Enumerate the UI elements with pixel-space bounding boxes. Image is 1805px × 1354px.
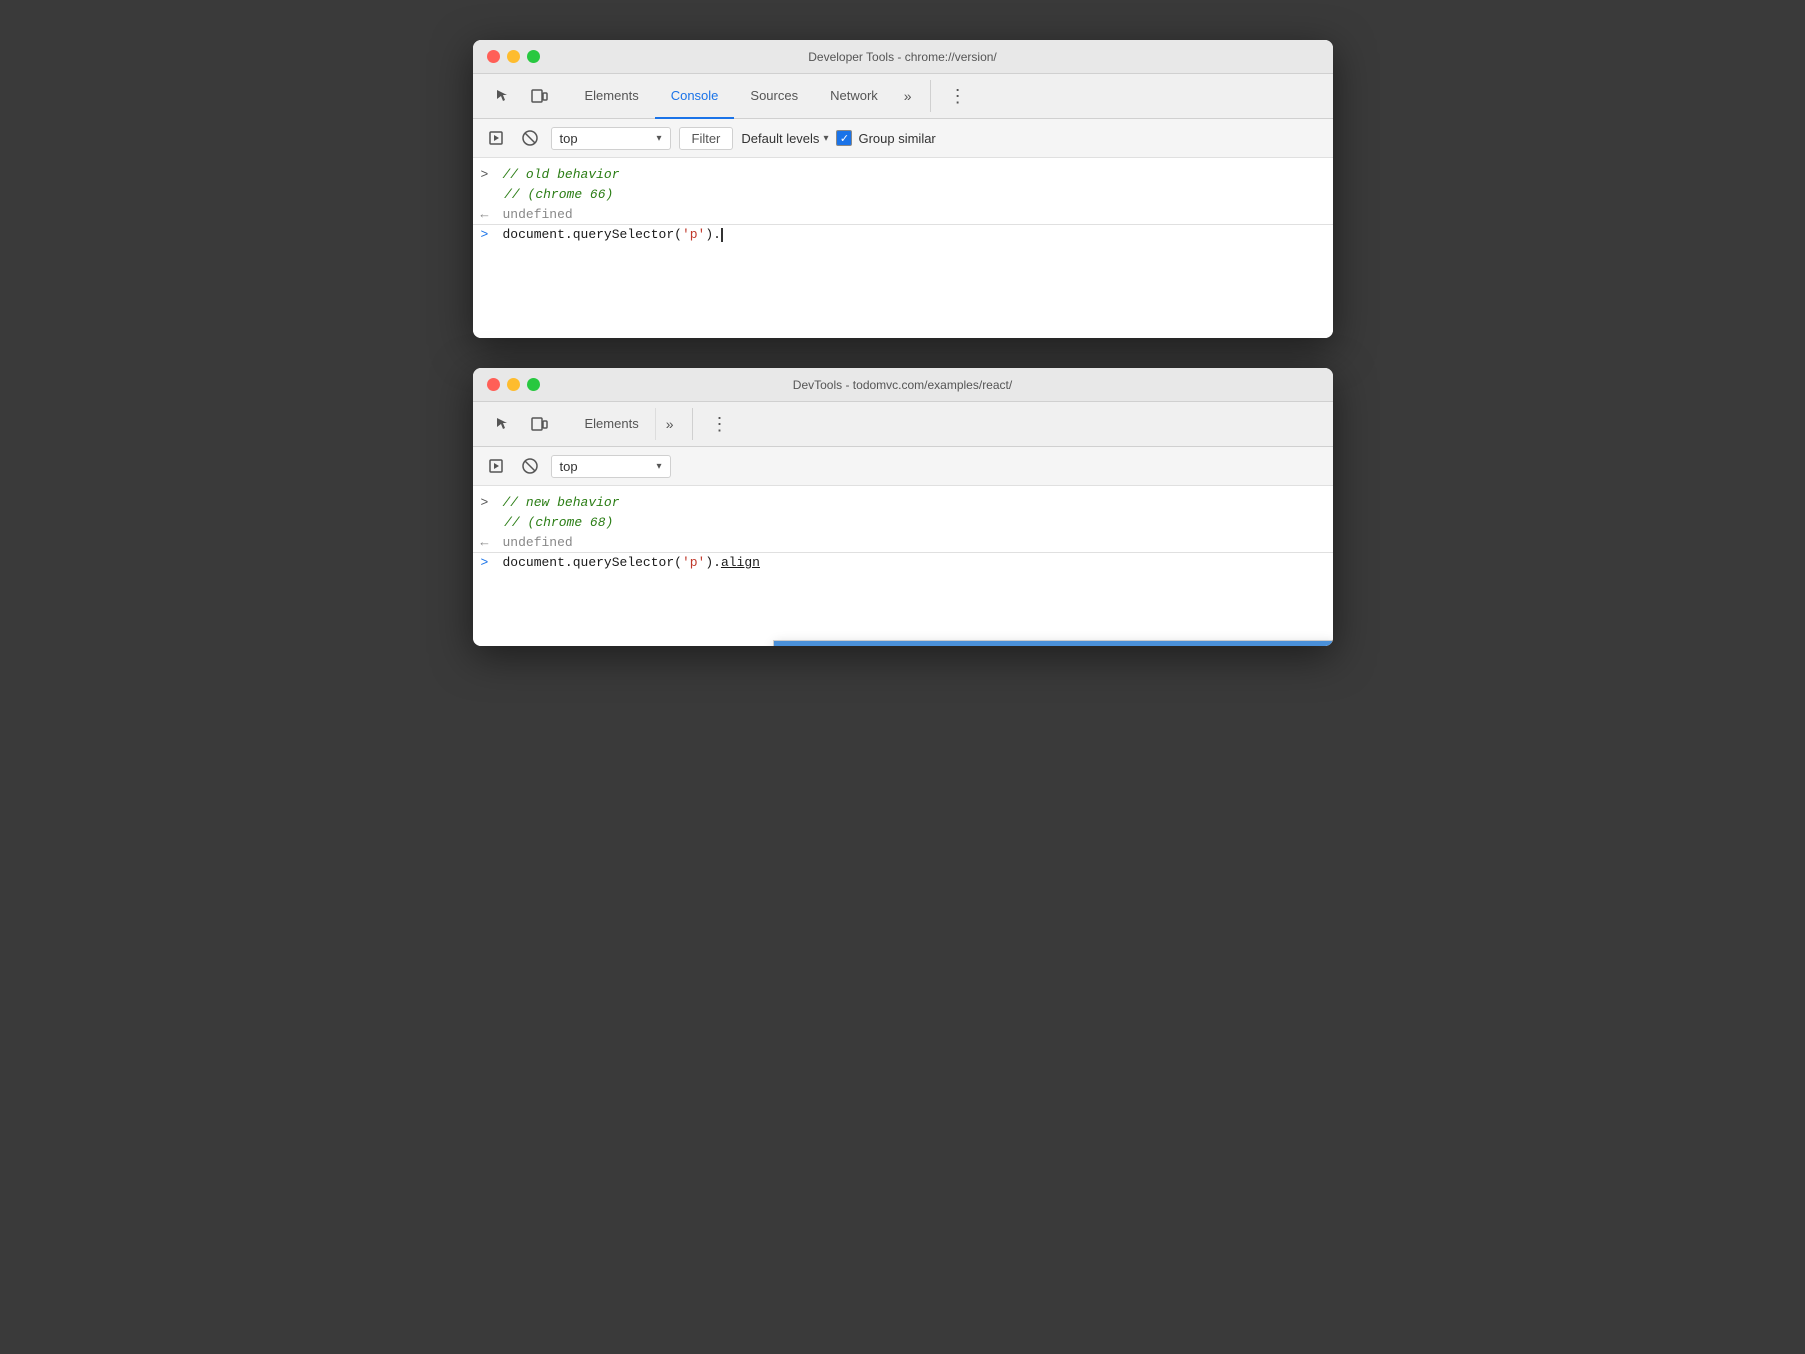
console-output-1: > // old behavior // (chrome 66) ← undef… bbox=[473, 158, 1333, 338]
devtools-menu-icon-1[interactable]: ⋮ bbox=[939, 74, 977, 118]
group-similar-checkbox-1[interactable]: ✓ Group similar bbox=[836, 130, 935, 146]
tab-console-1[interactable]: Console bbox=[655, 74, 735, 119]
continuation-arrow-1 bbox=[481, 187, 497, 202]
toolbar-1: top ▾ Filter Default levels ▾ ✓ Group si… bbox=[473, 119, 1333, 158]
inspect-element-icon-2[interactable] bbox=[489, 410, 517, 438]
code-6: // (chrome 68) bbox=[504, 515, 613, 530]
tab-sources-1[interactable]: Sources bbox=[734, 74, 814, 119]
context-selector-1[interactable]: top ▾ bbox=[551, 127, 671, 150]
more-tabs-icon-2[interactable]: » bbox=[656, 402, 684, 446]
code-7: undefined bbox=[503, 535, 573, 550]
input-arrow-3: > bbox=[481, 495, 495, 510]
toolbar-2: top ▾ bbox=[473, 447, 1333, 486]
continuation-arrow-2 bbox=[481, 515, 497, 530]
return-arrow-1: ← bbox=[481, 207, 495, 222]
console-line-1: > // old behavior bbox=[473, 164, 1333, 184]
console-line-6: ← undefined bbox=[473, 532, 1333, 552]
console-line-5: // (chrome 68) bbox=[473, 512, 1333, 532]
code-8: document.querySelector('p').align bbox=[503, 555, 760, 570]
device-toolbar-icon[interactable] bbox=[525, 82, 553, 110]
devtools-menu-icon-2[interactable]: ⋮ bbox=[701, 402, 739, 446]
devtools-window-2: DevTools - todomvc.com/examples/react/ E… bbox=[473, 368, 1333, 646]
more-tabs-icon-1[interactable]: » bbox=[894, 74, 922, 118]
checkbox-icon-1: ✓ bbox=[836, 130, 852, 146]
input-arrow-2: > bbox=[481, 227, 495, 242]
autocomplete-item-align[interactable]: align HTMLParagraphElement bbox=[774, 641, 1332, 646]
clear-console-icon-2[interactable] bbox=[517, 453, 543, 479]
clear-console-icon-1[interactable] bbox=[517, 125, 543, 151]
console-input-line-1[interactable]: > document.querySelector('p'). bbox=[473, 224, 1333, 244]
default-levels-button-1[interactable]: Default levels ▾ bbox=[741, 131, 828, 146]
console-output-2: > // new behavior // (chrome 68) ← undef… bbox=[473, 486, 1333, 646]
console-line-2: // (chrome 66) bbox=[473, 184, 1333, 204]
context-value-2: top bbox=[560, 459, 578, 474]
console-line-3: ← undefined bbox=[473, 204, 1333, 224]
title-bar-2: DevTools - todomvc.com/examples/react/ bbox=[473, 368, 1333, 402]
tab-separator-1 bbox=[930, 80, 931, 112]
title-bar-1: Developer Tools - chrome://version/ bbox=[473, 40, 1333, 74]
code-5: // new behavior bbox=[503, 495, 620, 510]
code-3: undefined bbox=[503, 207, 573, 222]
minimize-button-1[interactable] bbox=[507, 50, 520, 63]
tab-icon-group-1 bbox=[481, 74, 561, 118]
inspect-element-icon[interactable] bbox=[489, 82, 517, 110]
device-toolbar-icon-2[interactable] bbox=[525, 410, 553, 438]
filter-button-1[interactable]: Filter bbox=[679, 127, 734, 150]
maximize-button-1[interactable] bbox=[527, 50, 540, 63]
tab-separator-2 bbox=[692, 408, 693, 440]
window-title-1: Developer Tools - chrome://version/ bbox=[808, 50, 997, 64]
tab-bar-2: Elements » ⋮ bbox=[473, 402, 1333, 447]
tab-icon-group-2 bbox=[481, 402, 561, 446]
code-2: // (chrome 66) bbox=[504, 187, 613, 202]
autocomplete-dropdown: align HTMLParagraphElement constructor a… bbox=[773, 640, 1333, 646]
execute-icon-2[interactable] bbox=[483, 453, 509, 479]
context-dropdown-arrow-1: ▾ bbox=[656, 133, 661, 144]
console-input-line-2[interactable]: > document.querySelector('p').align bbox=[473, 552, 1333, 572]
levels-dropdown-arrow-1: ▾ bbox=[823, 133, 828, 144]
execute-icon-1[interactable] bbox=[483, 125, 509, 151]
window-title-2: DevTools - todomvc.com/examples/react/ bbox=[793, 378, 1012, 392]
context-selector-2[interactable]: top ▾ bbox=[551, 455, 671, 478]
context-dropdown-arrow-2: ▾ bbox=[656, 461, 661, 472]
input-arrow-4: > bbox=[481, 555, 495, 570]
close-button-1[interactable] bbox=[487, 50, 500, 63]
tab-bar-1: Elements Console Sources Network » ⋮ bbox=[473, 74, 1333, 119]
context-value-1: top bbox=[560, 131, 578, 146]
code-4: document.querySelector('p'). bbox=[503, 227, 723, 242]
window-controls-1 bbox=[487, 50, 540, 63]
window-controls-2 bbox=[487, 378, 540, 391]
minimize-button-2[interactable] bbox=[507, 378, 520, 391]
maximize-button-2[interactable] bbox=[527, 378, 540, 391]
tab-network-1[interactable]: Network bbox=[814, 74, 894, 119]
devtools-window-1: Developer Tools - chrome://version/ Elem… bbox=[473, 40, 1333, 338]
input-arrow-1: > bbox=[481, 167, 495, 182]
console-line-4: > // new behavior bbox=[473, 492, 1333, 512]
tab-elements-2[interactable]: Elements bbox=[569, 402, 655, 447]
return-arrow-2: ← bbox=[481, 535, 495, 550]
tab-elements-1[interactable]: Elements bbox=[569, 74, 655, 119]
close-button-2[interactable] bbox=[487, 378, 500, 391]
code-1: // old behavior bbox=[503, 167, 620, 182]
